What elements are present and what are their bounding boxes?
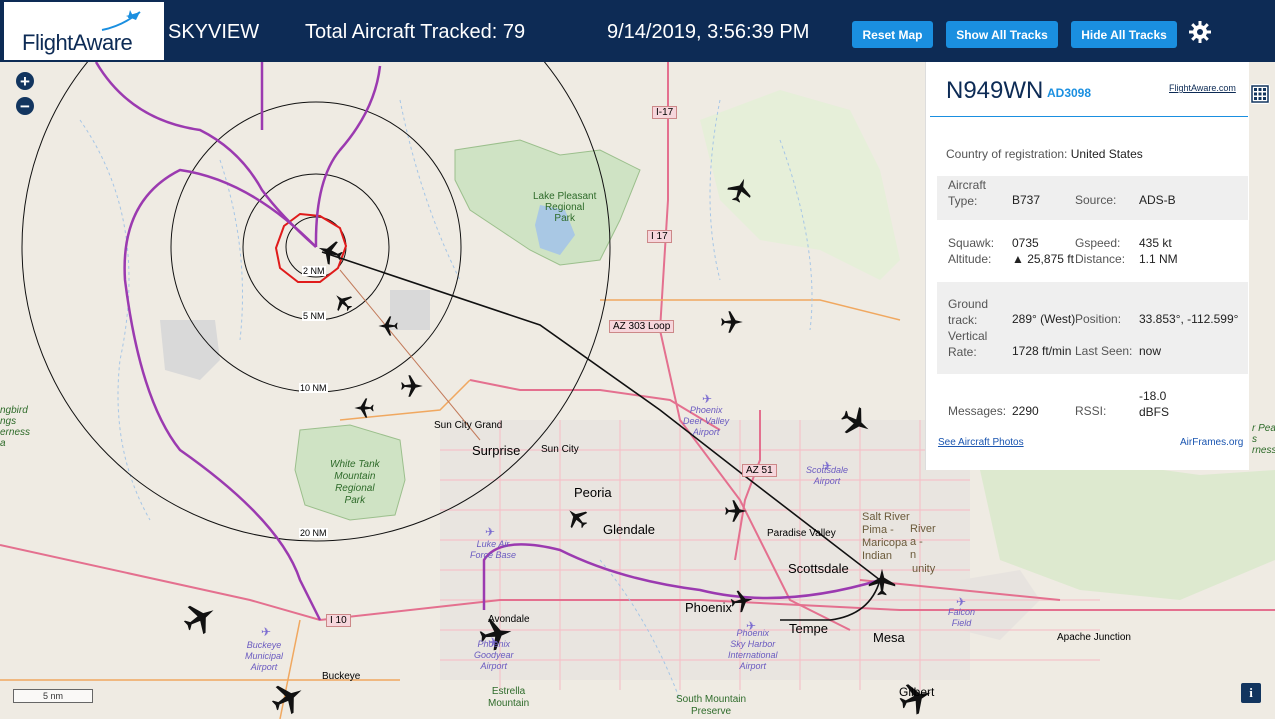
svg-text:✈: ✈ bbox=[702, 392, 712, 406]
gray-area-1 bbox=[160, 320, 220, 380]
city-glendale: Glendale bbox=[603, 522, 656, 537]
city-gilbert: Gilbert bbox=[899, 685, 935, 699]
panel-divider bbox=[930, 116, 1248, 117]
aircraft-icon bbox=[354, 398, 374, 418]
highway-i17-top: I-17 bbox=[652, 106, 678, 119]
altitude-value: ▲ 25,875 ft bbox=[1012, 252, 1074, 266]
rssi-label: RSSI: bbox=[1075, 404, 1107, 418]
vertical-rate-label: Vertical Rate: bbox=[948, 329, 988, 359]
highway-i10: I 10 bbox=[326, 614, 351, 627]
city-avondale: Avondale bbox=[488, 614, 530, 625]
app-name: SKYVIEW bbox=[168, 21, 260, 43]
right-edge-label: r Pea s rness bbox=[1252, 423, 1275, 456]
position-label: Position: bbox=[1075, 312, 1122, 326]
vertical-rate-value: 1728 ft/min bbox=[1012, 344, 1072, 358]
city-apache-junction: Apache Junction bbox=[1057, 632, 1131, 643]
airport-falcon: Falcon Field bbox=[948, 607, 976, 628]
aircraft-type-label: Aircraft Type: bbox=[948, 178, 987, 208]
reset-map-button[interactable]: Reset Map bbox=[852, 21, 933, 48]
aircraft-type-value: B737 bbox=[1012, 193, 1041, 207]
ground-track-value: 289° (West) bbox=[1012, 312, 1076, 326]
ring-label-5nm: 5 NM bbox=[302, 311, 326, 321]
source-value: ADS-B bbox=[1139, 193, 1176, 207]
rssi-value: -18.0 dBFS bbox=[1139, 389, 1170, 419]
svg-text:✈: ✈ bbox=[261, 625, 271, 639]
city-mesa: Mesa bbox=[873, 630, 905, 645]
gear-icon[interactable] bbox=[1188, 20, 1212, 44]
city-peoria: Peoria bbox=[574, 485, 612, 500]
airport-scottsdale: Scottsdale Airport bbox=[806, 465, 849, 486]
city-buckeye: Buckeye bbox=[322, 671, 361, 682]
south-mountain-label: South Mountain Preserve bbox=[676, 694, 747, 717]
gspeed-value: 435 kt bbox=[1139, 236, 1172, 250]
gspeed-label: Gspeed: bbox=[1075, 236, 1121, 250]
city-scottsdale: Scottsdale bbox=[788, 561, 849, 576]
altitude-label: Altitude: bbox=[948, 252, 992, 266]
ground-track-label: Ground track: bbox=[948, 297, 989, 327]
hide-all-tracks-button[interactable]: Hide All Tracks bbox=[1071, 21, 1177, 48]
aircraft-icon bbox=[183, 605, 214, 635]
aircraft-icon bbox=[336, 295, 353, 312]
salt-river-label-b: River a -n bbox=[910, 523, 936, 561]
city-sun-city: Sun City bbox=[541, 444, 579, 455]
scale-bar: 5 nm bbox=[13, 689, 93, 703]
city-surprise: Surprise bbox=[472, 443, 521, 458]
airport-buckeye: Buckeye Municipal Airport bbox=[245, 640, 284, 672]
ring-label-20nm: 20 NM bbox=[299, 528, 328, 538]
airport-luke: Luke Air Force Base bbox=[470, 539, 517, 560]
highway-az303: AZ 303 Loop bbox=[609, 320, 675, 333]
city-paradise-valley: Paradise Valley bbox=[767, 528, 836, 539]
see-aircraft-photos-link[interactable]: See Aircraft Photos bbox=[938, 437, 1024, 448]
tonto-area bbox=[700, 90, 900, 280]
distance-label: Distance: bbox=[1075, 252, 1126, 266]
distance-value: 1.1 NM bbox=[1139, 252, 1178, 266]
last-seen-value: now bbox=[1139, 344, 1162, 358]
airport-sky-harbor: Phoenix Sky Harbor International Airport bbox=[728, 628, 778, 671]
aircraft-icon bbox=[721, 311, 743, 333]
grid-icon[interactable] bbox=[1250, 84, 1270, 104]
aircraft-info-panel: N949WN AD3098 FlightAware.com Country of… bbox=[925, 62, 1249, 470]
lake-pleasant-label: Lake Pleasant Regional Park bbox=[533, 191, 597, 224]
datetime: 9/14/2019, 3:56:39 PM bbox=[607, 21, 810, 43]
flight-id[interactable]: AD3098 bbox=[1047, 86, 1091, 100]
zoom-in-button[interactable]: + bbox=[16, 72, 34, 90]
city-sun-city-grand: Sun City Grand bbox=[434, 420, 503, 431]
white-tank-label: White Tank Mountain Regional Park bbox=[330, 459, 380, 506]
info-button[interactable]: i bbox=[1241, 683, 1261, 703]
ring-label-2nm: 2 NM bbox=[302, 266, 326, 276]
source-label: Source: bbox=[1075, 193, 1117, 207]
last-seen-label: Last Seen: bbox=[1075, 344, 1133, 358]
flightaware-logo[interactable]: FlightAware bbox=[4, 2, 164, 60]
ring-label-10nm: 10 NM bbox=[299, 383, 328, 393]
squawk-value: 0735 bbox=[1012, 236, 1039, 250]
estrella-label: Estrella Mountain bbox=[488, 686, 530, 709]
city-phoenix: Phoenix bbox=[685, 600, 732, 615]
aircraft-icon bbox=[401, 375, 423, 397]
airport-deer-valley: Phoenix Deer Valley Airport bbox=[683, 405, 730, 437]
airframes-link[interactable]: AirFrames.org bbox=[1180, 437, 1243, 448]
top-bar: FlightAware SKYVIEW Total Aircraft Track… bbox=[0, 0, 1275, 62]
country-row: Country of registration: United States bbox=[946, 147, 1143, 161]
messages-value: 2290 bbox=[1012, 404, 1039, 418]
logo-text: FlightAware bbox=[22, 30, 133, 55]
highway-az51: AZ 51 bbox=[742, 464, 777, 477]
messages-label: Messages: bbox=[948, 404, 1007, 418]
aircraft-registration: N949WN bbox=[946, 77, 1044, 104]
total-tracked: Total Aircraft Tracked: 79 bbox=[305, 21, 526, 43]
position-value: 33.853°, -112.599° bbox=[1139, 312, 1239, 326]
plane-logo-icon bbox=[101, 10, 141, 31]
svg-text:✈: ✈ bbox=[485, 525, 495, 539]
city-tempe: Tempe bbox=[789, 621, 829, 636]
zoom-out-button[interactable]: − bbox=[16, 97, 34, 115]
squawk-label: Squawk: bbox=[948, 236, 995, 250]
airport-goodyear: Phoenix Goodyear Airport bbox=[474, 639, 514, 671]
show-all-tracks-button[interactable]: Show All Tracks bbox=[946, 21, 1058, 48]
flightaware-link[interactable]: FlightAware.com bbox=[1169, 83, 1236, 93]
left-edge-label: ngbird ngs erness a bbox=[0, 405, 31, 449]
highway-i17: I 17 bbox=[647, 230, 672, 243]
